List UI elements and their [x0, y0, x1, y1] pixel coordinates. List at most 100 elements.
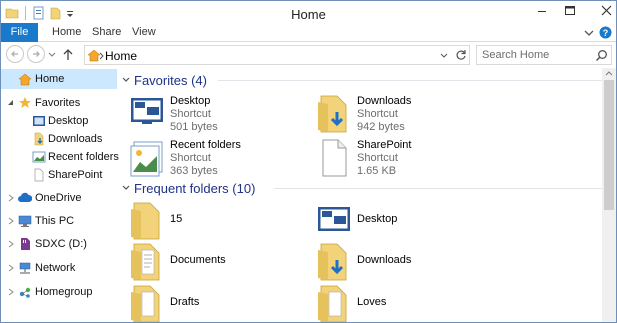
- home-icon: [18, 73, 32, 86]
- address-dropdown-icon[interactable]: [440, 52, 448, 60]
- documents-folder-icon: [131, 243, 160, 281]
- nav-item-downloads[interactable]: Downloads: [1, 130, 117, 148]
- favorites-group-title[interactable]: Favorites (4): [134, 73, 207, 88]
- search-placeholder: Search Home: [482, 49, 550, 61]
- tile-folder-downloads[interactable]: Downloads: [305, 242, 490, 286]
- desktop-shortcut-icon: [131, 98, 163, 124]
- nav-sharepoint-label: SharePoint: [48, 169, 103, 181]
- tile-sharepoint-size: 1.65 KB: [357, 165, 397, 177]
- expand-icon[interactable]: [8, 217, 14, 225]
- nav-home-label: Home: [35, 73, 65, 85]
- network-icon: [19, 262, 31, 274]
- folder-icon: [131, 202, 160, 240]
- tab-view[interactable]: View: [132, 23, 156, 42]
- maximize-button[interactable]: [556, 1, 584, 21]
- group-collapse-icon[interactable]: [122, 76, 130, 84]
- tile-desktop-type: Shortcut: [170, 108, 211, 120]
- tile-recent-folders[interactable]: Recent folders Shortcut 363 bytes: [118, 138, 303, 182]
- group-divider: [274, 188, 602, 189]
- search-icon[interactable]: [595, 49, 608, 62]
- explorer-window: Home File Home Share View ? Home Search …: [0, 0, 617, 323]
- nav-item-desktop[interactable]: Desktop: [1, 112, 117, 130]
- minimize-icon: [538, 11, 546, 12]
- nav-item-homegroup[interactable]: Homegroup: [1, 283, 117, 301]
- frequent-group-title[interactable]: Frequent folders (10): [134, 181, 255, 196]
- close-button[interactable]: [584, 1, 616, 21]
- tile-folder-downloads-name: Downloads: [357, 254, 412, 266]
- document-icon: [34, 168, 44, 182]
- expand-icon[interactable]: [8, 288, 14, 296]
- expand-icon[interactable]: [8, 194, 14, 202]
- help-icon[interactable]: ?: [599, 26, 612, 39]
- tile-downloads-type: Shortcut: [357, 108, 398, 120]
- group-divider: [218, 80, 602, 81]
- nav-item-network[interactable]: Network: [1, 259, 117, 277]
- star-icon: [19, 97, 31, 108]
- vertical-scrollbar[interactable]: [602, 68, 616, 322]
- tile-downloads[interactable]: Downloads Shortcut 942 bytes: [305, 94, 490, 138]
- folder-icon: [131, 285, 160, 322]
- tile-desktop-name: Desktop: [170, 95, 211, 107]
- tile-sharepoint[interactable]: SharePoint Shortcut 1.65 KB: [305, 138, 490, 182]
- computer-icon: [18, 215, 32, 227]
- nav-item-sharepoint[interactable]: SharePoint: [1, 166, 117, 184]
- tile-sharepoint-type: Shortcut: [357, 152, 398, 164]
- recent-folders-icon: [32, 151, 46, 163]
- close-icon: [601, 5, 612, 16]
- tile-folder-documents[interactable]: Documents: [118, 242, 303, 286]
- navigation-pane: Home Favorites Desktop Downloads Recent …: [1, 1, 119, 322]
- nav-item-home[interactable]: Home: [1, 70, 117, 88]
- tile-folder-loves[interactable]: Loves: [305, 284, 490, 322]
- homegroup-icon: [19, 287, 31, 298]
- tile-folder-15[interactable]: 15: [118, 201, 303, 245]
- tile-folder-loves-name: Loves: [357, 296, 387, 308]
- tile-folder-15-name: 15: [170, 213, 183, 225]
- window-controls: [528, 1, 616, 21]
- cloud-icon: [18, 192, 32, 202]
- nav-onedrive-label: OneDrive: [35, 192, 82, 204]
- expand-icon[interactable]: [8, 264, 14, 272]
- tile-desktop[interactable]: Desktop Shortcut 501 bytes: [118, 94, 303, 138]
- downloads-folder-icon: [318, 243, 347, 281]
- tile-folder-drafts[interactable]: Drafts: [118, 284, 303, 322]
- nav-item-this-pc[interactable]: This PC: [1, 212, 117, 230]
- scroll-up-icon[interactable]: [605, 70, 613, 76]
- scrollbar-thumb[interactable]: [604, 80, 614, 210]
- address-bar[interactable]: Home: [84, 45, 470, 65]
- tile-recent-folders-size: 363 bytes: [170, 165, 218, 177]
- group-collapse-icon[interactable]: [122, 184, 130, 192]
- tile-desktop-size: 501 bytes: [170, 121, 218, 133]
- sd-card-icon: [21, 238, 30, 250]
- tile-downloads-size: 942 bytes: [357, 121, 405, 133]
- tile-folder-drafts-name: Drafts: [170, 296, 200, 308]
- tile-folder-desktop[interactable]: Desktop: [305, 201, 490, 245]
- nav-item-favorites[interactable]: Favorites: [1, 94, 117, 112]
- nav-item-onedrive[interactable]: OneDrive: [1, 189, 117, 207]
- nav-downloads-label: Downloads: [48, 133, 103, 145]
- desktop-icon: [318, 207, 350, 231]
- nav-recent-folders-label: Recent folders: [48, 151, 119, 163]
- collapse-icon[interactable]: [8, 100, 14, 106]
- nav-sdxc-label: SDXC (D:): [35, 238, 87, 250]
- tile-folder-documents-name: Documents: [170, 254, 226, 266]
- nav-homegroup-label: Homegroup: [35, 286, 93, 298]
- nav-item-sdxc[interactable]: SDXC (D:): [1, 235, 117, 253]
- nav-network-label: Network: [35, 262, 76, 274]
- tile-folder-desktop-name: Desktop: [357, 213, 398, 225]
- nav-desktop-label: Desktop: [48, 115, 89, 127]
- expand-ribbon-icon[interactable]: [583, 27, 595, 39]
- search-box[interactable]: Search Home: [476, 45, 612, 65]
- content-area: Favorites (4) Desktop Shortcut 501 bytes…: [118, 68, 602, 322]
- tile-sharepoint-name: SharePoint: [357, 139, 412, 151]
- tile-downloads-name: Downloads: [357, 95, 412, 107]
- desktop-icon: [33, 116, 45, 126]
- nav-this-pc-label: This PC: [35, 215, 75, 227]
- nav-item-recent-folders[interactable]: Recent folders: [1, 148, 119, 166]
- nav-favorites-label: Favorites: [35, 97, 81, 109]
- document-icon: [322, 139, 347, 177]
- refresh-icon[interactable]: [455, 49, 467, 61]
- downloads-folder-icon: [318, 95, 347, 133]
- expand-icon[interactable]: [8, 240, 14, 248]
- tile-recent-folders-name: Recent folders: [170, 139, 241, 151]
- minimize-button[interactable]: [528, 1, 556, 21]
